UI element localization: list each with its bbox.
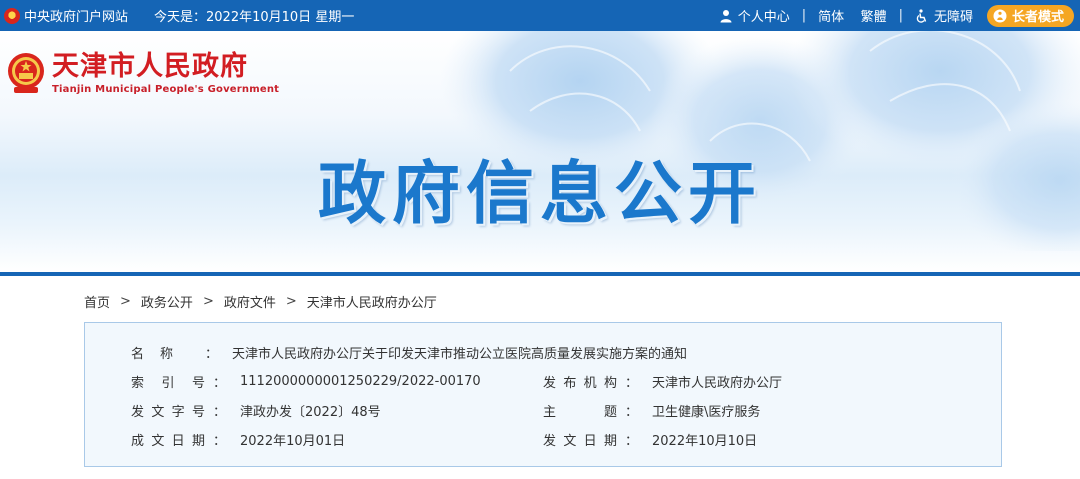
- breadcrumb-office[interactable]: 天津市人民政府办公厅: [307, 292, 437, 311]
- info-label: 机: [583, 375, 597, 391]
- breadcrumb-arrow: >: [285, 293, 297, 309]
- breadcrumb-gov-affairs[interactable]: 政务公开: [141, 292, 193, 311]
- info-label: 构: [603, 375, 617, 391]
- info-colon: ：: [625, 433, 639, 449]
- info-row-published: 发文日期 ： 2022年10月10日: [543, 428, 757, 450]
- info-label: 字: [171, 404, 185, 420]
- central-portal-link[interactable]: 中央政府门户网站: [24, 6, 128, 25]
- info-colon: ：: [213, 375, 227, 391]
- info-label-published: 发文日期: [543, 430, 617, 449]
- user-center-link[interactable]: 个人中心: [719, 6, 790, 25]
- info-label: 索: [131, 375, 145, 391]
- info-label: 日: [583, 433, 597, 449]
- document-info-box: 名称 ： 天津市人民政府办公厅关于印发天津市推动公立医院高质量发展实施方案的通知…: [84, 322, 1002, 467]
- info-label-index: 索引号: [131, 372, 205, 391]
- info-label: 号: [191, 375, 205, 391]
- separator: |: [801, 8, 807, 23]
- info-label-created: 成文日期: [131, 430, 205, 449]
- info-value-subject: 卫生健康\医疗服务: [652, 404, 761, 420]
- info-label: 发: [131, 404, 145, 420]
- info-label: 日: [171, 433, 185, 449]
- city-name-en: Tianjin Municipal People's Government: [52, 83, 280, 95]
- header-banner: 天津市人民政府 Tianjin Municipal People's Gover…: [0, 31, 1080, 272]
- today-date: 今天是：2022年10月10日 星期一: [154, 10, 355, 25]
- info-value-published: 2022年10月10日: [652, 433, 758, 449]
- logo-text: 天津市人民政府 Tianjin Municipal People's Gover…: [52, 50, 280, 95]
- site-logo[interactable]: 天津市人民政府 Tianjin Municipal People's Gover…: [6, 51, 279, 95]
- top-bar-right: 个人中心 | 简体 | 繁體 | 无障碍 长者模式: [719, 0, 1074, 31]
- traditional-chinese-link[interactable]: 繁體: [861, 6, 887, 25]
- city-name-cn: 天津市人民政府: [52, 50, 248, 82]
- info-label: 题: [603, 404, 617, 420]
- info-row-index: 索引号 ： 1112000000001250229/2022-00170: [131, 370, 481, 392]
- info-row-docno: 发文字号 ： 津政办发〔2022〕48号: [131, 399, 381, 421]
- info-colon: ：: [213, 433, 227, 449]
- info-label-issuer: 发布机构: [543, 372, 617, 391]
- banner-divider: [0, 272, 1080, 276]
- top-bar: 中央政府门户网站 今天是：2022年10月10日 星期一 个人中心 | 简体 |…: [0, 0, 1080, 31]
- emblem-icon: [4, 7, 20, 24]
- info-label: 期: [191, 433, 205, 449]
- info-label: 文: [151, 404, 165, 420]
- info-value-issuer: 天津市人民政府办公厅: [652, 375, 783, 391]
- info-label: 布: [563, 375, 577, 391]
- user-center-label: 个人中心: [737, 10, 790, 25]
- info-label: 期: [603, 433, 617, 449]
- breadcrumb-gov-docs[interactable]: 政府文件: [224, 292, 276, 311]
- info-label: 主: [543, 404, 557, 420]
- info-row-name: 名称 ： 天津市人民政府办公厅关于印发天津市推动公立医院高质量发展实施方案的通知: [131, 341, 687, 363]
- info-label: 发: [543, 375, 557, 391]
- info-label: 引: [161, 375, 175, 391]
- user-icon: [720, 9, 732, 22]
- info-label: 号: [191, 404, 205, 420]
- elder-mode-button[interactable]: 长者模式: [986, 4, 1074, 27]
- info-value-name: 天津市人民政府办公厅关于印发天津市推动公立医院高质量发展实施方案的通知: [232, 346, 688, 362]
- info-value-created: 2022年10月01日: [240, 433, 346, 449]
- breadcrumb-arrow: >: [202, 293, 214, 309]
- simplified-chinese-link[interactable]: 简体: [818, 6, 844, 25]
- info-label-name: 名称: [131, 343, 173, 362]
- elder-mode-label: 长者模式: [1011, 10, 1064, 25]
- info-label: 称: [159, 346, 173, 362]
- info-label: 发: [543, 433, 557, 449]
- info-row-created: 成文日期 ： 2022年10月01日: [131, 428, 345, 450]
- elder-icon: [993, 9, 1007, 22]
- info-label: 文: [151, 433, 165, 449]
- banner-title: 政府信息公开: [317, 155, 762, 234]
- info-label-subject: 主题: [543, 401, 617, 420]
- breadcrumb-home[interactable]: 首页: [84, 292, 110, 311]
- accessibility-icon: [916, 8, 927, 23]
- national-emblem-icon: [8, 53, 44, 93]
- accessibility-link[interactable]: 无障碍: [915, 6, 973, 25]
- info-colon: ：: [205, 346, 219, 362]
- info-label: 成: [131, 433, 145, 449]
- breadcrumb-arrow: >: [120, 293, 131, 309]
- breadcrumb: 首页 > 政务公开 > 政府文件 > 天津市人民政府办公厅: [84, 291, 437, 311]
- info-colon: ：: [625, 404, 639, 420]
- info-label-docno: 发文字号: [131, 401, 205, 420]
- separator: |: [898, 8, 903, 23]
- info-value-index: 1112000000001250229/2022-00170: [240, 373, 481, 389]
- info-label: 名: [131, 346, 145, 362]
- info-colon: ：: [213, 404, 227, 420]
- info-row-issuer: 发布机构 ： 天津市人民政府办公厅: [543, 370, 782, 392]
- info-row-subject: 主题 ： 卫生健康\医疗服务: [543, 399, 760, 421]
- info-value-docno: 津政办发〔2022〕48号: [240, 404, 381, 420]
- top-bar-left: 中央政府门户网站 今天是：2022年10月10日 星期一: [4, 0, 354, 31]
- info-label: 文: [563, 433, 577, 449]
- info-colon: ：: [625, 375, 639, 391]
- accessibility-label: 无障碍: [933, 10, 973, 25]
